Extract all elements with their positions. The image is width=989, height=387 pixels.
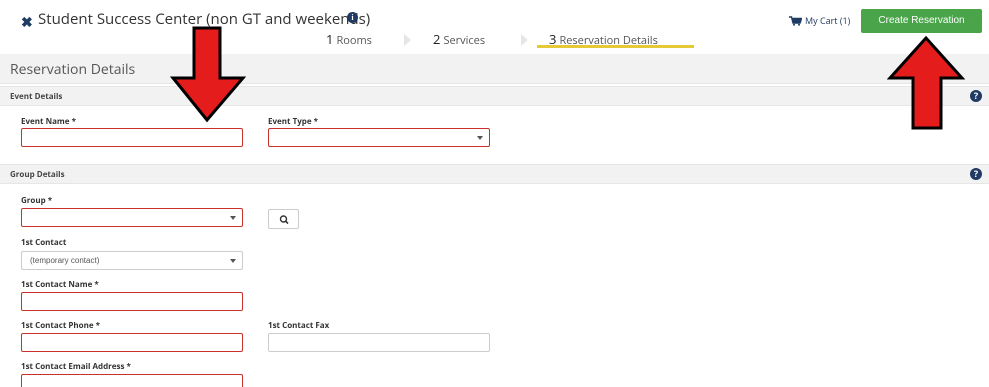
help-icon[interactable]: ? <box>970 168 982 180</box>
help-icon[interactable]: ? <box>970 90 982 102</box>
dropdown-caret-icon <box>230 259 236 263</box>
create-reservation-button[interactable]: Create Reservation <box>861 9 982 33</box>
first-contact-value: (temporary contact) <box>30 256 100 265</box>
step-label: Reservation Details <box>559 33 658 48</box>
step-label: Rooms <box>336 33 372 48</box>
contact-fax-input[interactable] <box>268 333 490 352</box>
event-details-header: Event Details ? <box>0 86 989 106</box>
first-contact-label: 1st Contact <box>21 237 67 248</box>
contact-fax-label: 1st Contact Fax <box>268 320 330 331</box>
step-label: Services <box>443 33 486 48</box>
section-header-reservation-details: Reservation Details <box>0 54 989 84</box>
group-search-button[interactable] <box>268 209 299 229</box>
contact-email-label: 1st Contact Email Address * <box>21 361 131 372</box>
contact-email-input[interactable] <box>21 374 243 387</box>
event-name-label: Event Name * <box>21 116 76 127</box>
event-name-input[interactable] <box>21 128 243 147</box>
annotation-arrow-up <box>887 36 965 130</box>
top-bar: ✖ Student Success Center (non GT and wee… <box>0 0 989 50</box>
group-details-label: Group Details <box>10 169 65 180</box>
annotation-arrow-down <box>170 26 246 123</box>
event-type-select[interactable] <box>268 128 490 147</box>
dropdown-caret-icon <box>230 216 236 220</box>
search-icon <box>279 215 289 225</box>
step-number: 1 <box>326 30 334 48</box>
contact-name-label: 1st Contact Name * <box>21 279 99 290</box>
contact-phone-label: 1st Contact Phone * <box>21 320 101 331</box>
step-chevron <box>404 34 411 46</box>
first-contact-select[interactable]: (temporary contact) <box>21 251 243 270</box>
info-icon[interactable]: i <box>347 12 358 23</box>
cart-icon <box>789 16 802 26</box>
my-cart-link[interactable]: My Cart (1) <box>789 14 850 27</box>
close-icon[interactable]: ✖ <box>21 13 33 32</box>
group-select[interactable] <box>21 208 243 227</box>
group-label: Group * <box>21 195 53 206</box>
section-title: Reservation Details <box>10 60 136 79</box>
step-rooms[interactable]: 1 Rooms <box>326 30 372 48</box>
contact-name-input[interactable] <box>21 292 243 311</box>
step-chevron <box>521 34 528 46</box>
event-type-label: Event Type * <box>268 116 318 127</box>
step-number: 2 <box>433 30 441 48</box>
group-details-header: Group Details ? <box>0 164 989 184</box>
event-details-label: Event Details <box>10 91 63 102</box>
step-services[interactable]: 2 Services <box>433 30 485 48</box>
contact-phone-input[interactable] <box>21 333 243 352</box>
step-number: 3 <box>549 30 557 48</box>
cart-label: My Cart (1) <box>805 14 851 27</box>
step-reservation-details[interactable]: 3 Reservation Details <box>537 30 694 48</box>
dropdown-caret-icon <box>477 136 483 140</box>
